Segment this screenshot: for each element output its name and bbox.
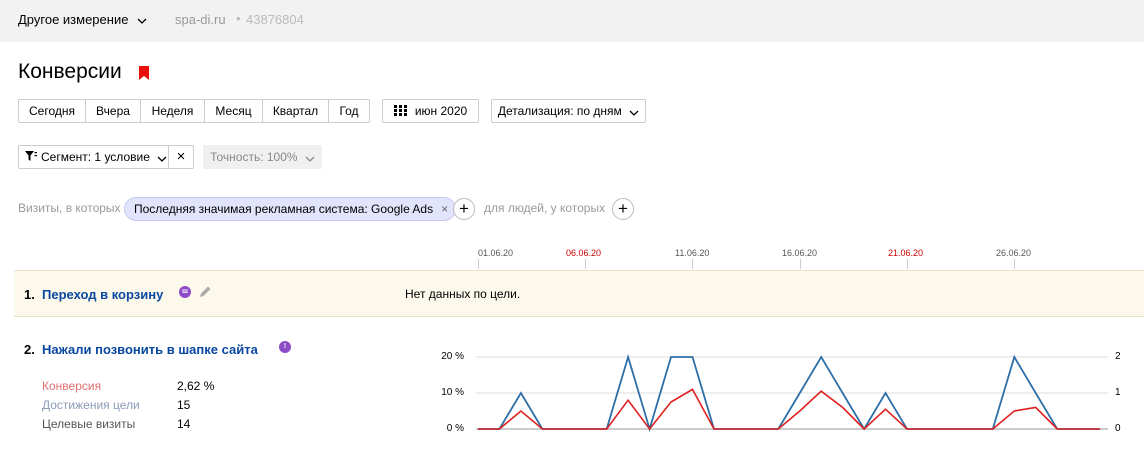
conversion-chart — [476, 353, 1108, 433]
chart-series-line — [478, 388, 1100, 431]
